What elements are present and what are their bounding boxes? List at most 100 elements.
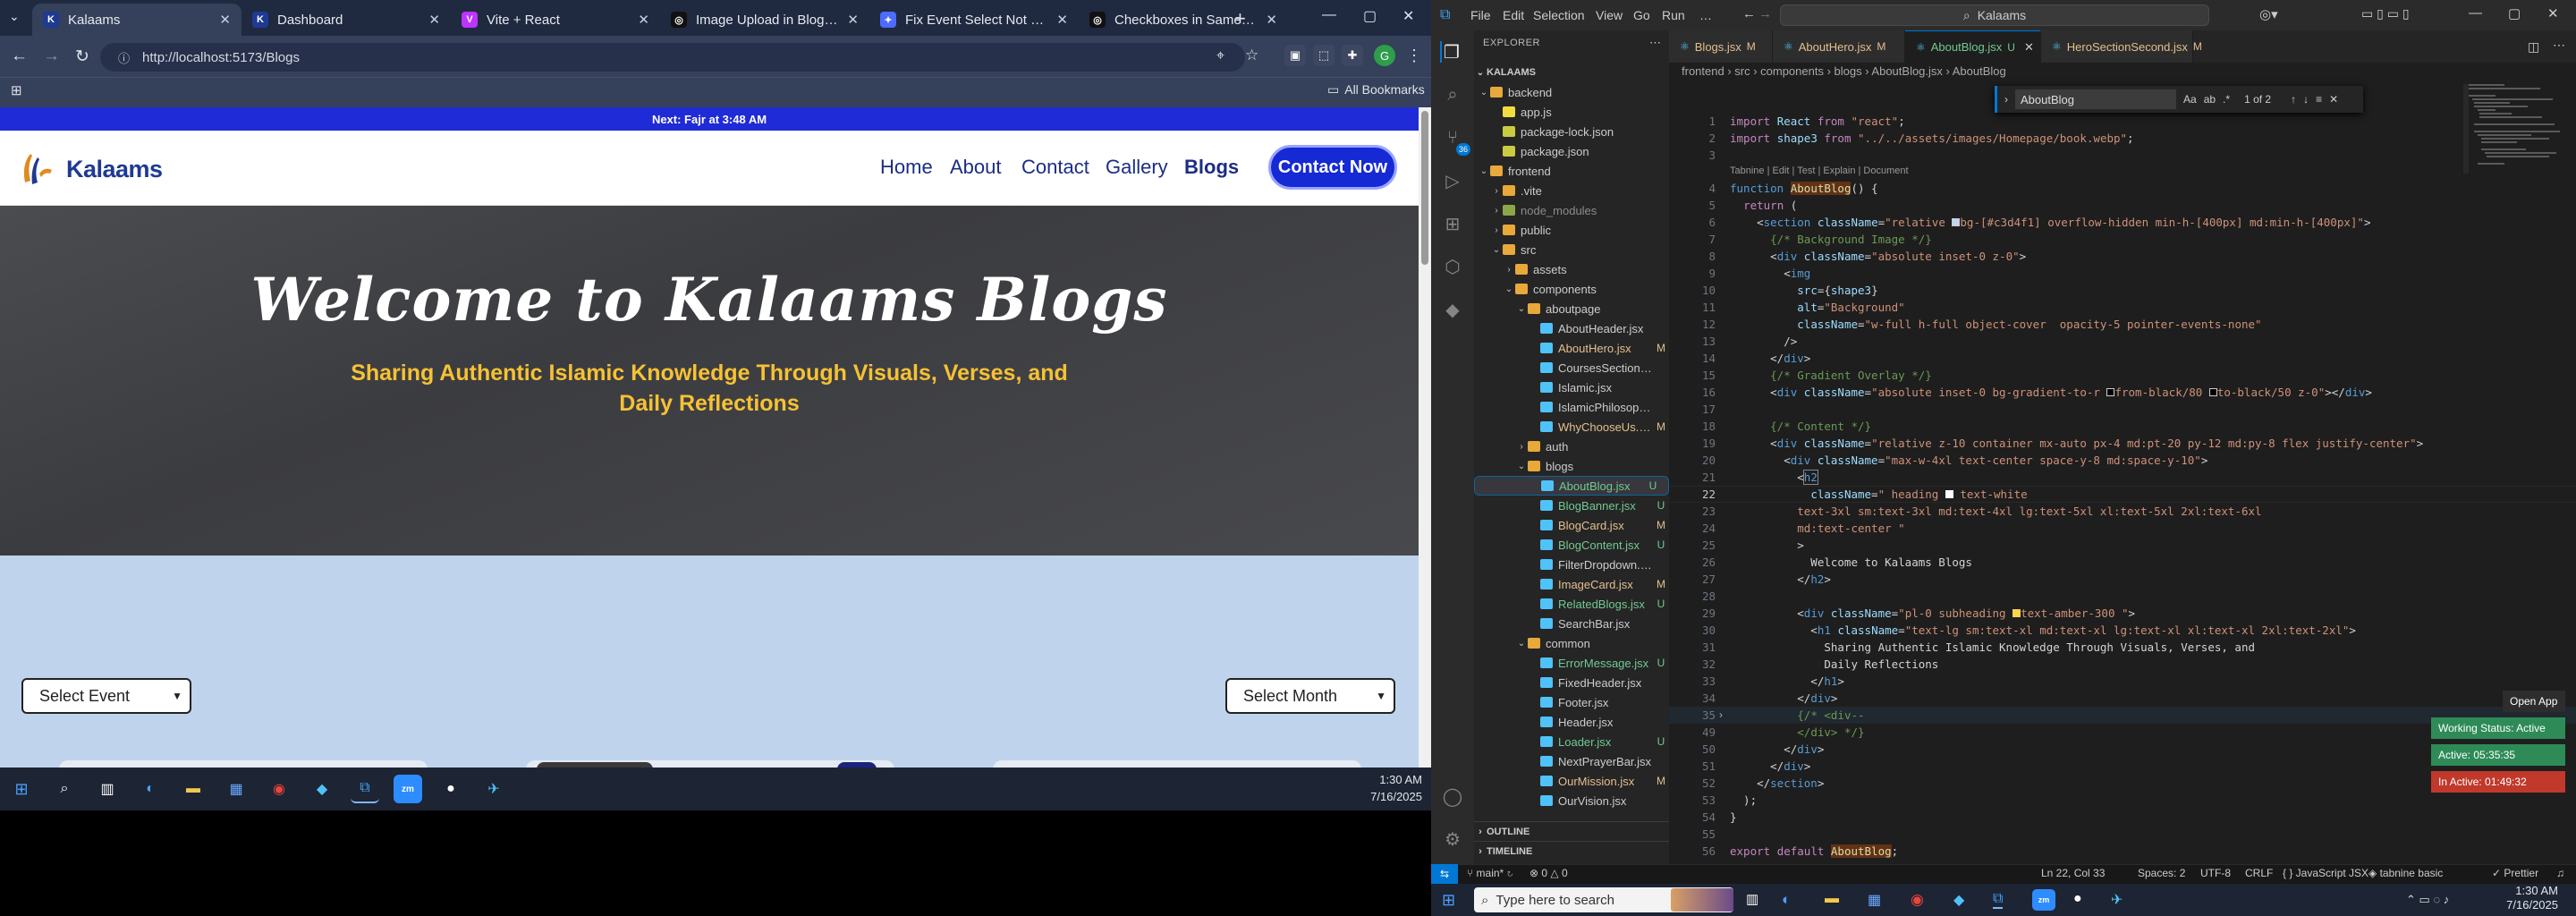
code-line[interactable]: {/* <div--	[1730, 707, 1864, 724]
regex-icon[interactable]: .*	[2223, 93, 2230, 106]
nav-back-icon[interactable]: ←	[1742, 6, 1756, 21]
menu-edit[interactable]: Edit	[1503, 8, 1524, 22]
file-explorer-icon[interactable]: ▬	[179, 775, 208, 803]
more-actions-icon[interactable]: ⋯	[2553, 38, 2565, 53]
browser-tab[interactable]: ✦ Fix Event Select Not Working ✕	[869, 4, 1079, 36]
browser-tab[interactable]: K Kalaams ✕	[32, 4, 242, 36]
app-icon[interactable]: ●	[436, 775, 465, 803]
contact-now-button[interactable]: Contact Now	[1268, 145, 1397, 190]
tree-file[interactable]: package-lock.json	[1474, 122, 1669, 141]
remote-icon[interactable]: ⬡	[1442, 256, 1463, 277]
select-event-dropdown[interactable]: Select Event ▼	[21, 678, 191, 714]
apps-grid-icon[interactable]: ⊞	[11, 82, 22, 98]
extensions-icon[interactable]: ⊞	[1442, 213, 1463, 234]
tab-close-icon[interactable]: ✕	[638, 12, 649, 28]
close-find-icon[interactable]: ✕	[2329, 93, 2338, 106]
code-line[interactable]: import React from "react";	[1730, 113, 1905, 130]
tree-file[interactable]: RelatedBlogs.jsx U	[1474, 594, 1669, 614]
browser-tab[interactable]: K Dashboard ✕	[242, 4, 451, 36]
tree-file[interactable]: AboutHeader.jsx	[1474, 318, 1669, 338]
code-line[interactable]: <div className="absolute inset-0 z-0">	[1730, 248, 2026, 265]
tree-folder[interactable]: › assets	[1474, 259, 1669, 279]
tabnine-icon[interactable]: ◆	[1442, 299, 1463, 320]
nav-about[interactable]: About	[950, 156, 1002, 179]
code-line[interactable]: <h2	[1730, 469, 1818, 486]
explorer-icon[interactable]: ❐	[1440, 41, 1462, 63]
tab-close-icon[interactable]: ✕	[847, 12, 859, 28]
site-logo[interactable]: Kalaams	[18, 147, 163, 191]
tree-folder[interactable]: ⌄ aboutpage	[1474, 299, 1669, 318]
menu-run[interactable]: Run	[1662, 8, 1685, 22]
open-app-button[interactable]: Open App	[2503, 691, 2565, 712]
code-line[interactable]: function AboutBlog() {	[1730, 180, 1878, 197]
browser-tab[interactable]: V Vite + React ✕	[451, 4, 660, 36]
breadcrumb[interactable]: frontend › src › components › blogs › Ab…	[1682, 64, 2006, 78]
tree-file[interactable]: NextPrayerBar.jsx	[1474, 751, 1669, 771]
settings-gear-icon[interactable]: ⚙	[1442, 828, 1463, 850]
editor-tab[interactable]: ⚛ Blogs.jsx M	[1669, 30, 1773, 63]
tab-close-icon[interactable]: ✕	[1266, 12, 1277, 28]
vscode-icon[interactable]: ⧉	[1993, 891, 2004, 909]
language-mode[interactable]: { } JavaScript JSX	[2283, 867, 2368, 879]
tree-file[interactable]: SearchBar.jsx	[1474, 614, 1669, 633]
remote-indicator-icon[interactable]: ⇆	[1431, 864, 1458, 884]
code-line[interactable]: <h1 className="text-lg sm:text-xl md:tex…	[1730, 622, 2356, 639]
line-ending[interactable]: CRLF	[2245, 867, 2273, 879]
code-line[interactable]: {/* Content */}	[1730, 418, 1871, 435]
minimize-icon[interactable]: —	[2469, 5, 2482, 21]
address-bar[interactable]: ⓘ http://localhost:5173/Blogs	[100, 43, 1245, 72]
code-line[interactable]: className="w-full h-full object-cover op…	[1730, 316, 2261, 333]
code-line[interactable]: </div>	[1730, 350, 1810, 367]
nav-forward-icon[interactable]: →	[1758, 6, 1772, 21]
tree-file[interactable]: OurVision.jsx	[1474, 791, 1669, 810]
tree-folder[interactable]: ⌄ src	[1474, 240, 1669, 259]
search-icon[interactable]: ⌕	[1442, 84, 1463, 106]
extension-icon[interactable]: ⬚	[1313, 45, 1335, 66]
code-line[interactable]: export default AboutBlog;	[1730, 843, 1898, 860]
taskbar-clock[interactable]: 1:30 AM 7/16/2025	[2496, 884, 2558, 912]
code-line[interactable]: }	[1730, 809, 1737, 826]
account-icon[interactable]: ◯	[1442, 785, 1463, 807]
tree-file[interactable]: WhyChooseUs.jsx M	[1474, 417, 1669, 437]
editor-tab[interactable]: ⚛ AboutBlog.jsx U ✕	[1905, 30, 2041, 63]
back-icon[interactable]: ←	[11, 47, 28, 66]
indentation[interactable]: Spaces: 2	[2138, 867, 2185, 879]
tree-folder[interactable]: › .vite	[1474, 181, 1669, 200]
vscode-icon[interactable]: ⧉	[351, 775, 379, 803]
problems-indicator[interactable]: ⊗ 0 △ 0	[1530, 867, 1568, 879]
tray-icons[interactable]: ⌃ ▭ ◌ ♪	[2406, 893, 2449, 907]
windows-start-icon[interactable]: ⊞	[1442, 891, 1455, 910]
app-icon[interactable]: ◆	[1953, 891, 1964, 909]
copilot-icon[interactable]: ◎▾	[2259, 6, 2278, 22]
maximize-icon[interactable]: ▢	[2508, 5, 2521, 21]
next-match-icon[interactable]: ↓	[2303, 93, 2309, 106]
edge-icon[interactable]: ◐	[1782, 891, 1791, 909]
time-tracker-toast[interactable]: In Active: 01:49:32	[2431, 771, 2565, 793]
menu-file[interactable]: File	[1470, 8, 1491, 22]
tree-file[interactable]: package.json	[1474, 141, 1669, 161]
code-line[interactable]: />	[1730, 333, 1797, 350]
tree-file[interactable]: Footer.jsx	[1474, 692, 1669, 712]
code-line[interactable]: <div className="absolute inset-0 bg-grad…	[1730, 384, 2372, 401]
more-actions-icon[interactable]: ⋯	[1649, 36, 1661, 50]
tree-file[interactable]: Loader.jsx U	[1474, 732, 1669, 751]
tree-file[interactable]: AboutHero.jsx M	[1474, 338, 1669, 358]
minimize-icon[interactable]: —	[1322, 7, 1336, 23]
run-debug-icon[interactable]: ▷	[1442, 170, 1463, 191]
blog-card[interactable]	[59, 760, 428, 768]
app-icon[interactable]: ✈	[2111, 891, 2123, 909]
close-window-icon[interactable]: ✕	[1402, 7, 1414, 25]
windows-start-icon[interactable]: ⊞	[7, 775, 36, 803]
app-icon[interactable]: ●	[2073, 891, 2082, 907]
previous-match-icon[interactable]: ↑	[2291, 93, 2296, 106]
tree-file[interactable]: IslamicPhilosophy.jsx	[1474, 397, 1669, 417]
reload-icon[interactable]: ↻	[75, 47, 89, 67]
tree-file[interactable]: Islamic.jsx	[1474, 377, 1669, 397]
editor-tab[interactable]: ⚛ HeroSectionSecond.jsx M	[2041, 30, 2202, 63]
code-line[interactable]: </h1>	[1730, 673, 1844, 690]
store-icon[interactable]: ▦	[1868, 891, 1881, 909]
code-line[interactable]: text-3xl sm:text-3xl md:text-4xl lg:text…	[1730, 503, 2261, 520]
forward-icon[interactable]: →	[43, 47, 60, 66]
split-editor-icon[interactable]: ◫	[2528, 39, 2539, 55]
tree-folder[interactable]: › node_modules	[1474, 200, 1669, 220]
